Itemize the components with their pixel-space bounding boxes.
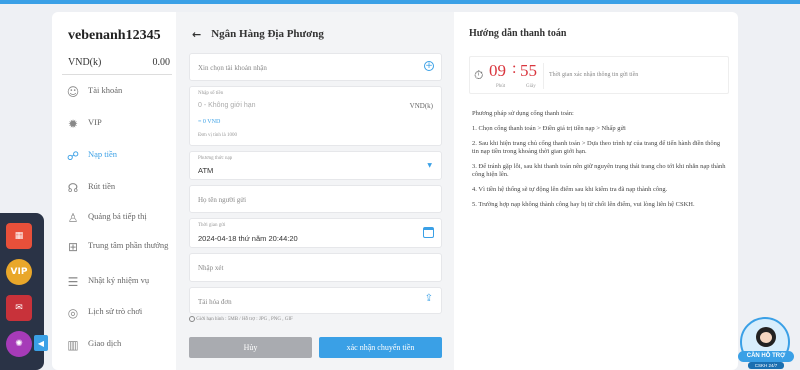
time-label: Thời gian gửi [198, 223, 226, 228]
sidebar-item-vip[interactable]: ✹ VIP [66, 117, 176, 131]
add-circle-icon[interactable]: + [424, 61, 434, 71]
page-title: Ngân Hàng Địa Phương [211, 28, 324, 40]
back-arrow-icon[interactable]: ← [192, 28, 201, 41]
form-header: ← Ngân Hàng Địa Phương [192, 28, 324, 41]
amount-unit: VND(k) [409, 102, 433, 110]
account-select-field[interactable]: Xin chọn tài khoản nhận + [189, 53, 442, 81]
upload-note: Giới hạn hình : 5MB / Hỗ trợ : JPG , PNG… [189, 316, 293, 322]
calendar-icon[interactable]: ▦ [6, 223, 32, 249]
vip-gear-icon: ✹ [67, 117, 79, 131]
timer-description: Thời gian xác nhận thông tin gửi tiền [549, 72, 639, 78]
seconds-label: Giây [526, 84, 536, 89]
timer-seconds: 55 [520, 61, 537, 80]
guide-step: 5. Trường hợp nạp không thành công hay b… [472, 201, 695, 208]
sender-name-input[interactable]: Họ tên người gửi [198, 196, 246, 204]
support-widget[interactable]: CẦN HỖ TRỢ CSKH 24/7 [734, 313, 798, 370]
vip-badge-icon[interactable]: VIP [6, 259, 32, 285]
sidebar-item-label: VIP [88, 117, 102, 127]
sidebar-item-withdraw[interactable]: ☊ Rút tiền [66, 181, 176, 195]
task-log-icon: ☰ [67, 275, 79, 289]
lucky-wheel-icon[interactable]: ✺ [6, 331, 32, 357]
sidebar-item-label: Tài khoản [88, 85, 123, 95]
guide-title: Hướng dẫn thanh toán [469, 28, 567, 39]
countdown-timer: ⏱ 09 : 55 Phút Giây Thời gian xác nhận t… [469, 56, 729, 94]
upload-note-text: Giới hạn hình : 5MB / Hỗ trợ : JPG , PNG… [196, 317, 293, 323]
sidebar-item-account[interactable]: ☺ Tài khoản [66, 85, 176, 99]
balance-row: VND(k) 0.00 [68, 57, 170, 68]
guide-step: 1. Chọn cổng thanh toán > Điền giá trị t… [472, 125, 626, 132]
upload-label: Tải hóa đơn [198, 298, 232, 306]
chevron-down-icon: ▼ [427, 162, 432, 169]
note-input[interactable]: Nhập xét [198, 264, 223, 272]
transaction-icon: ▥ [67, 338, 79, 352]
deposit-icon: ☍ [66, 149, 80, 163]
method-label: Phương thức nạp [198, 156, 233, 161]
amount-label: Nhập số tiền [198, 91, 224, 96]
amount-note: Đơn vị tính là 1000 [198, 133, 238, 138]
gift-icon: ⊞ [67, 240, 79, 254]
sender-name-field[interactable]: Họ tên người gửi [189, 185, 442, 213]
timer-minutes: 09 [489, 61, 506, 80]
timer-colon: : [512, 60, 517, 77]
upload-field[interactable]: Tải hóa đơn ⇪ [189, 287, 442, 314]
sidebar-item-promo[interactable]: ♙ Quảng bá tiếp thị [66, 211, 176, 225]
cancel-button[interactable]: Hủy [189, 337, 312, 358]
upload-icon[interactable]: ⇪ [425, 293, 433, 304]
sidebar-item-label: Trung tâm phần thưởng [88, 240, 169, 250]
time-value: 2024-04-18 thứ năm 20:44:20 [198, 234, 298, 243]
method-select[interactable]: Phương thức nạp ATM ▼ [189, 151, 442, 180]
withdraw-icon: ☊ [67, 181, 79, 195]
sidebar-item-label: Lịch sử trò chơi [88, 306, 143, 316]
payment-guide: Hướng dẫn thanh toán ⏱ 09 : 55 Phút Giây… [462, 12, 738, 370]
stopwatch-icon: ⏱ [474, 68, 484, 82]
sidebar-item-label: Quảng bá tiếp thị [88, 211, 147, 221]
guide-step: 4. Vì tiền hệ thống sẽ tự động lên điểm … [472, 186, 668, 193]
game-history-icon: ◎ [67, 306, 79, 320]
top-accent-bar [0, 0, 800, 4]
calendar-picker-icon[interactable] [423, 227, 434, 238]
red-envelope-icon[interactable]: ✉ [6, 295, 32, 321]
balance-value: 0.00 [152, 57, 171, 68]
minutes-label: Phút [496, 84, 506, 89]
sidebar-item-label: Nhật ký nhiệm vụ [88, 275, 150, 285]
amount-converted: = 0 VND [198, 119, 221, 125]
sidebar-item-label: Rút tiền [88, 181, 116, 191]
promo-icon: ♙ [67, 211, 79, 225]
user-icon: ☺ [66, 85, 80, 99]
amount-input[interactable]: 0 - Không giới hạn [198, 102, 256, 109]
guide-step: 3. Để tránh gặp lỗi, sau khi thanh toán … [472, 163, 726, 178]
guide-step: Phương pháp sử dụng cổng thanh toán: [472, 110, 574, 117]
timer-divider [543, 63, 544, 89]
account-select-placeholder: Xin chọn tài khoản nhận [198, 64, 267, 72]
guide-steps: Phương pháp sử dụng cổng thanh toán: 1. … [472, 110, 727, 216]
amount-field[interactable]: Nhập số tiền 0 - Không giới hạn VND(k) =… [189, 86, 442, 146]
username: vebenanh12345 [68, 28, 161, 43]
confirm-transfer-button[interactable]: xác nhận chuyển tiền [319, 337, 442, 358]
support-label: CẦN HỖ TRỢ [738, 351, 794, 362]
sidebar-item-rewards[interactable]: ⊞ Trung tâm phần thưởng [66, 240, 176, 254]
time-field[interactable]: Thời gian gửi 2024-04-18 thứ năm 20:44:2… [189, 218, 442, 248]
sidebar-item-deposit[interactable]: ☍ Nạp tiền [66, 149, 176, 163]
method-value: ATM [198, 166, 214, 175]
agent-face-icon [760, 332, 772, 343]
sidebar-item-game-history[interactable]: ◎ Lịch sử trò chơi [66, 306, 176, 320]
collapse-arrow-button[interactable]: ◀ [34, 335, 48, 351]
guide-step: 2. Sau khi hiện trang chủ cổng thanh toá… [472, 140, 721, 155]
note-field[interactable]: Nhập xét [189, 253, 442, 282]
sidebar-item-task-log[interactable]: ☰ Nhật ký nhiệm vụ [66, 275, 176, 289]
sidebar-item-label: Giao dịch [88, 338, 122, 348]
sidebar-item-label: Nạp tiền [88, 149, 118, 159]
info-icon [189, 316, 195, 322]
divider [62, 74, 172, 75]
account-sidebar: vebenanh12345 VND(k) 0.00 ☺ Tài khoản ✹ … [52, 12, 176, 370]
currency-label: VND(k) [68, 57, 102, 68]
sidebar-item-transactions[interactable]: ▥ Giao dịch [66, 338, 176, 352]
support-sublabel: CSKH 24/7 [748, 362, 784, 369]
